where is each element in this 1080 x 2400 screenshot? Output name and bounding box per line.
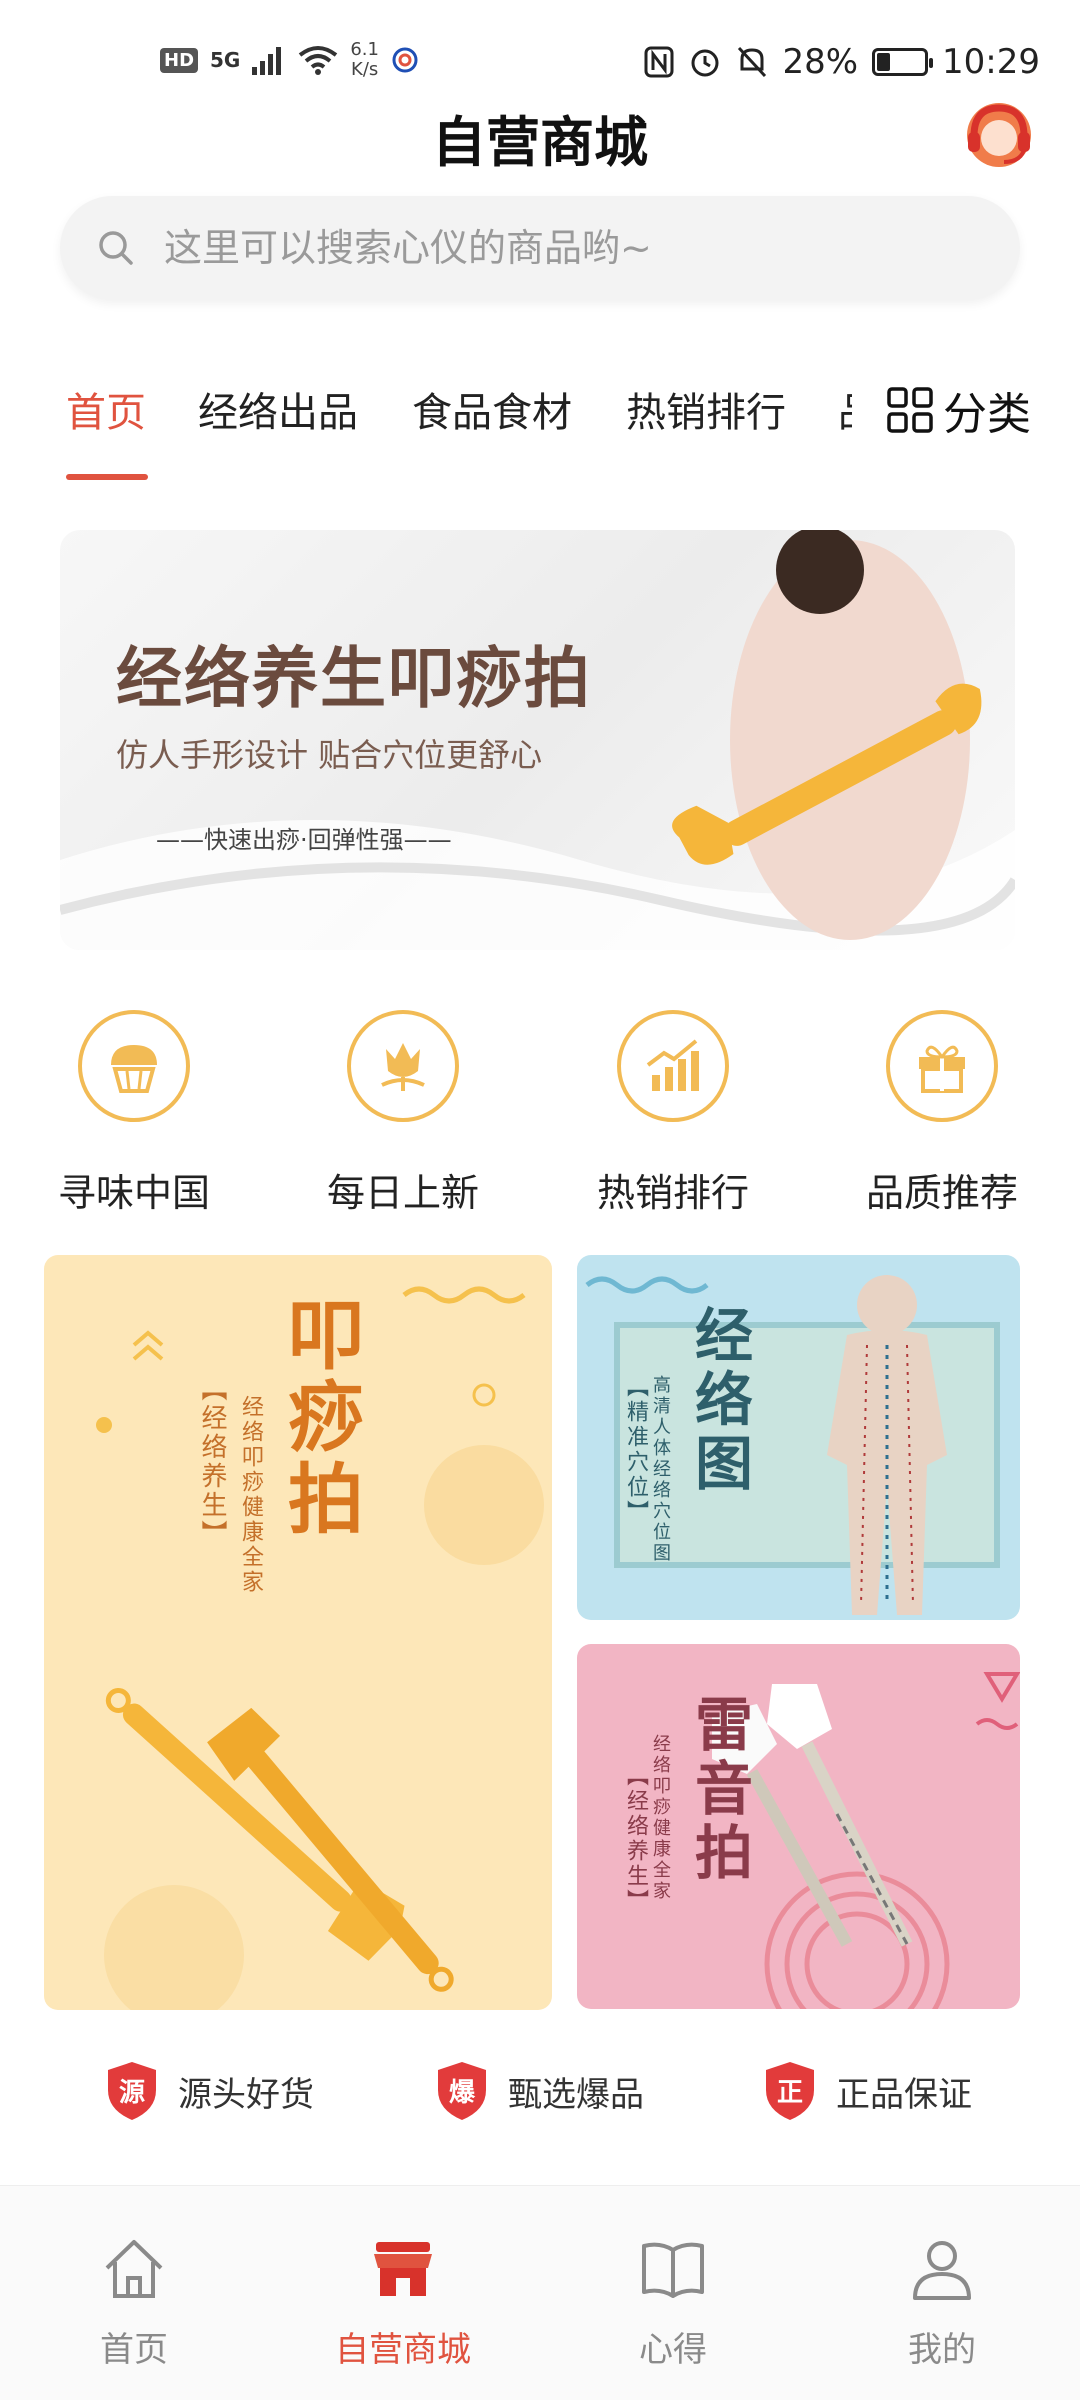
bar-chart-icon (617, 1010, 729, 1122)
nav-label: 我的 (908, 2330, 976, 2370)
quick-item-quality-picks[interactable]: 品质推荐 (842, 1010, 1042, 1217)
banner-title: 经络养生叩痧拍 (116, 640, 592, 717)
category-tabs: 首页 经络出品 食品食材 热销排行 品 分类 (0, 370, 1080, 480)
banner-tagline: ——快速出痧·回弹性强—— (156, 826, 452, 854)
search-input[interactable] (164, 226, 984, 270)
speed-unit: K/s (351, 59, 379, 80)
tab-bestsellers[interactable]: 热销排行 (626, 380, 786, 438)
promo-rb-desc: 经络叩痧健康全家 (650, 1734, 671, 1902)
guarantee-label: 源头好货 (178, 2074, 314, 2115)
shield-badge-text: 爆 (448, 2078, 475, 2108)
promo-left-desc: 经络叩痧健康全家 (238, 1395, 263, 1595)
guarantee-label: 甄选爆品 (508, 2074, 644, 2115)
wifi-icon (299, 46, 338, 75)
gift-icon (886, 1010, 998, 1122)
quick-categories: 寻味中国 每日上新 热销排行 品质推荐 (0, 1010, 1080, 1230)
shield-icon: 爆 (434, 2060, 490, 2122)
home-icon (105, 2240, 163, 2298)
quick-label: 品质推荐 (865, 1171, 1018, 1215)
tab-clipped[interactable]: 品 (838, 380, 852, 430)
quick-label: 每日上新 (326, 1171, 479, 1215)
nav-label: 心得 (639, 2330, 707, 2370)
shield-badge-text: 源 (118, 2078, 145, 2108)
promo-card-leiyinpai[interactable]: 雷音拍 【经络养生】 经络叩痧健康全家 (577, 1644, 1020, 2009)
status-right: 28% 10:29 (644, 42, 1040, 82)
quick-item-bestsellers[interactable]: 热销排行 (573, 1010, 773, 1217)
book-icon (642, 2242, 704, 2298)
alarm-icon (691, 49, 719, 77)
service-guarantees: 源 源头好货 爆 甄选爆品 正 正品保证 (0, 2060, 1080, 2140)
guarantee-hot: 爆 甄选爆品 (434, 2060, 644, 2122)
category-label: 分类 (943, 389, 1031, 440)
cupcake-icon (78, 1010, 190, 1122)
quick-item-taste-china[interactable]: 寻味中国 (34, 1010, 234, 1217)
search-bar[interactable] (60, 196, 1020, 300)
nav-label: 首页 (100, 2330, 168, 2370)
network-type: 5G (210, 48, 241, 72)
nav-profile[interactable]: 我的 (842, 2234, 1042, 2371)
nav-home[interactable]: 首页 (34, 2234, 234, 2371)
promo-card-koushapai[interactable]: 叩痧拍 【经络养生】 经络叩痧健康全家 (44, 1255, 552, 2010)
nav-experience[interactable]: 心得 (573, 2234, 773, 2371)
nav-self-mall[interactable]: 自营商城 (303, 2234, 503, 2371)
mute-icon (738, 46, 767, 78)
grid-icon (887, 387, 933, 433)
promo-rt-desc: 高清人体经络穴位图 (650, 1375, 671, 1564)
tab-meridian-products[interactable]: 经络出品 (198, 380, 358, 438)
tulip-icon (347, 1010, 459, 1122)
page-title: 自营商城 (432, 111, 648, 174)
promo-left-bracket: 【经络养生】 (197, 1375, 227, 1549)
store-icon (374, 2242, 432, 2296)
guarantee-source: 源 源头好货 (104, 2060, 314, 2122)
customer-service-button[interactable] (960, 96, 1038, 174)
search-icon (99, 231, 133, 265)
headset-icon (967, 103, 1031, 167)
promo-rt-title: 经络图 (685, 1305, 753, 1497)
status-left: HD 5G 6.1 K/s (160, 40, 419, 80)
banner-subtitle: 仿人手形设计 贴合穴位更舒心 (116, 736, 543, 774)
bottom-navigation: 首页 自营商城 心得 我的 (0, 2185, 1080, 2400)
category-button[interactable]: 分类 (885, 370, 1055, 450)
battery-icon (872, 48, 934, 76)
nav-label: 自营商城 (335, 2330, 471, 2370)
nfc-icon (644, 46, 674, 78)
promo-card-meridian-chart[interactable]: 经络图 【精准穴位】 高清人体经络穴位图 (577, 1255, 1020, 1620)
battery-percent: 28% (782, 42, 859, 82)
tab-home[interactable]: 首页 (66, 380, 146, 438)
promo-banner[interactable]: 经络养生叩痧拍 仿人手形设计 贴合穴位更舒心 ——快速出痧·回弹性强—— (60, 530, 1015, 950)
promo-rb-title: 雷音拍 (685, 1694, 753, 1886)
clock: 10:29 (942, 42, 1040, 82)
active-tab-indicator (66, 474, 148, 480)
quick-item-daily-new[interactable]: 每日上新 (303, 1010, 503, 1217)
hd-indicator: HD (160, 47, 199, 73)
guarantee-label: 正品保证 (836, 2074, 972, 2115)
user-icon (913, 2241, 971, 2300)
app-notification-icon (392, 47, 418, 73)
shield-badge-text: 正 (776, 2078, 803, 2108)
speed-value: 6.1 (350, 39, 379, 60)
shield-icon: 正 (762, 2060, 818, 2122)
quick-label: 寻味中国 (57, 1171, 210, 1215)
tab-food[interactable]: 食品食材 (412, 380, 572, 438)
battery-level (877, 53, 891, 71)
promo-left-title: 叩痧拍 (275, 1295, 364, 1541)
network-speed: 6.1 K/s (350, 40, 379, 80)
quick-label: 热销排行 (596, 1171, 749, 1215)
signal-icon (252, 47, 282, 75)
status-bar: HD 5G 6.1 K/s 28% 10:29 (0, 0, 1080, 100)
guarantee-authentic: 正 正品保证 (762, 2060, 972, 2122)
shield-icon: 源 (104, 2060, 160, 2122)
